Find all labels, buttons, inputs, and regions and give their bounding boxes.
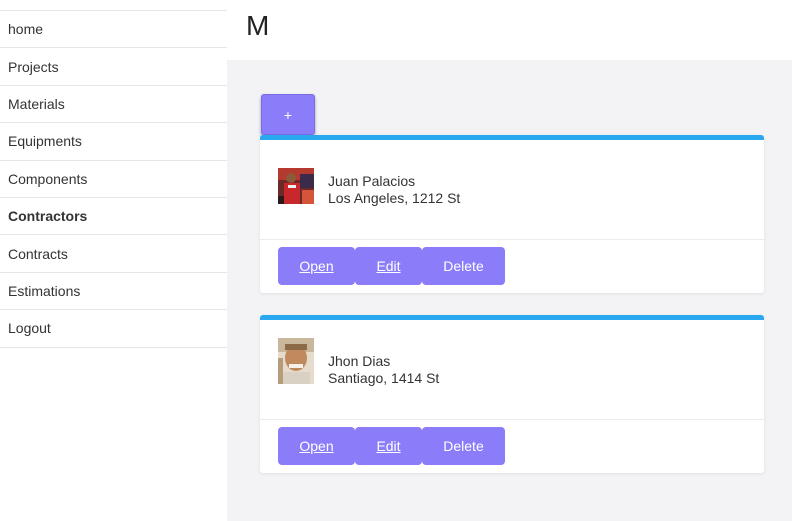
main-content: + Juan Palacios Los Angeles, 1212 St Ope… (227, 60, 792, 521)
delete-button[interactable]: Delete (422, 247, 505, 285)
sidebar-menu: home Projects Materials Equipments Compo… (0, 10, 227, 348)
contractor-info: Jhon Dias Santiago, 1414 St (328, 353, 439, 387)
sidebar-item-estimations[interactable]: Estimations (0, 273, 227, 311)
contractor-name: Juan Palacios (328, 173, 416, 189)
page-header: M (227, 0, 792, 60)
contractor-address: Los Angeles, 1212 St (328, 190, 461, 206)
contractor-name: Jhon Dias (328, 353, 391, 369)
edit-button[interactable]: Edit (355, 247, 422, 285)
sidebar-item-contracts[interactable]: Contracts (0, 235, 227, 273)
sidebar-item-projects[interactable]: Projects (0, 48, 227, 86)
open-button[interactable]: Open (278, 427, 355, 465)
avatar (278, 168, 314, 204)
sidebar-item-contractors[interactable]: Contractors (0, 198, 227, 236)
delete-button[interactable]: Delete (422, 427, 505, 465)
card-body: Juan Palacios Los Angeles, 1212 St (260, 140, 764, 240)
page-title: M (246, 10, 270, 41)
add-contractor-button[interactable]: + (261, 94, 315, 135)
open-button[interactable]: Open (278, 247, 355, 285)
card-body: Jhon Dias Santiago, 1414 St (260, 320, 764, 420)
sidebar-item-equipments[interactable]: Equipments (0, 123, 227, 161)
sidebar-item-materials[interactable]: Materials (0, 86, 227, 124)
sidebar-item-home[interactable]: home (0, 11, 227, 49)
edit-button[interactable]: Edit (355, 427, 422, 465)
sidebar: home Projects Materials Equipments Compo… (0, 0, 227, 521)
sidebar-item-logout[interactable]: Logout (0, 310, 227, 348)
contractor-card: Juan Palacios Los Angeles, 1212 St Open … (260, 135, 764, 293)
card-actions: Open Edit Delete (260, 240, 764, 293)
contractor-address: Santiago, 1414 St (328, 370, 440, 386)
contractor-card: Jhon Dias Santiago, 1414 St Open Edit De… (260, 315, 764, 473)
sidebar-item-components[interactable]: Components (0, 161, 227, 198)
card-actions: Open Edit Delete (260, 420, 764, 473)
contractor-info: Juan Palacios Los Angeles, 1212 St (328, 173, 460, 207)
avatar (278, 338, 314, 384)
